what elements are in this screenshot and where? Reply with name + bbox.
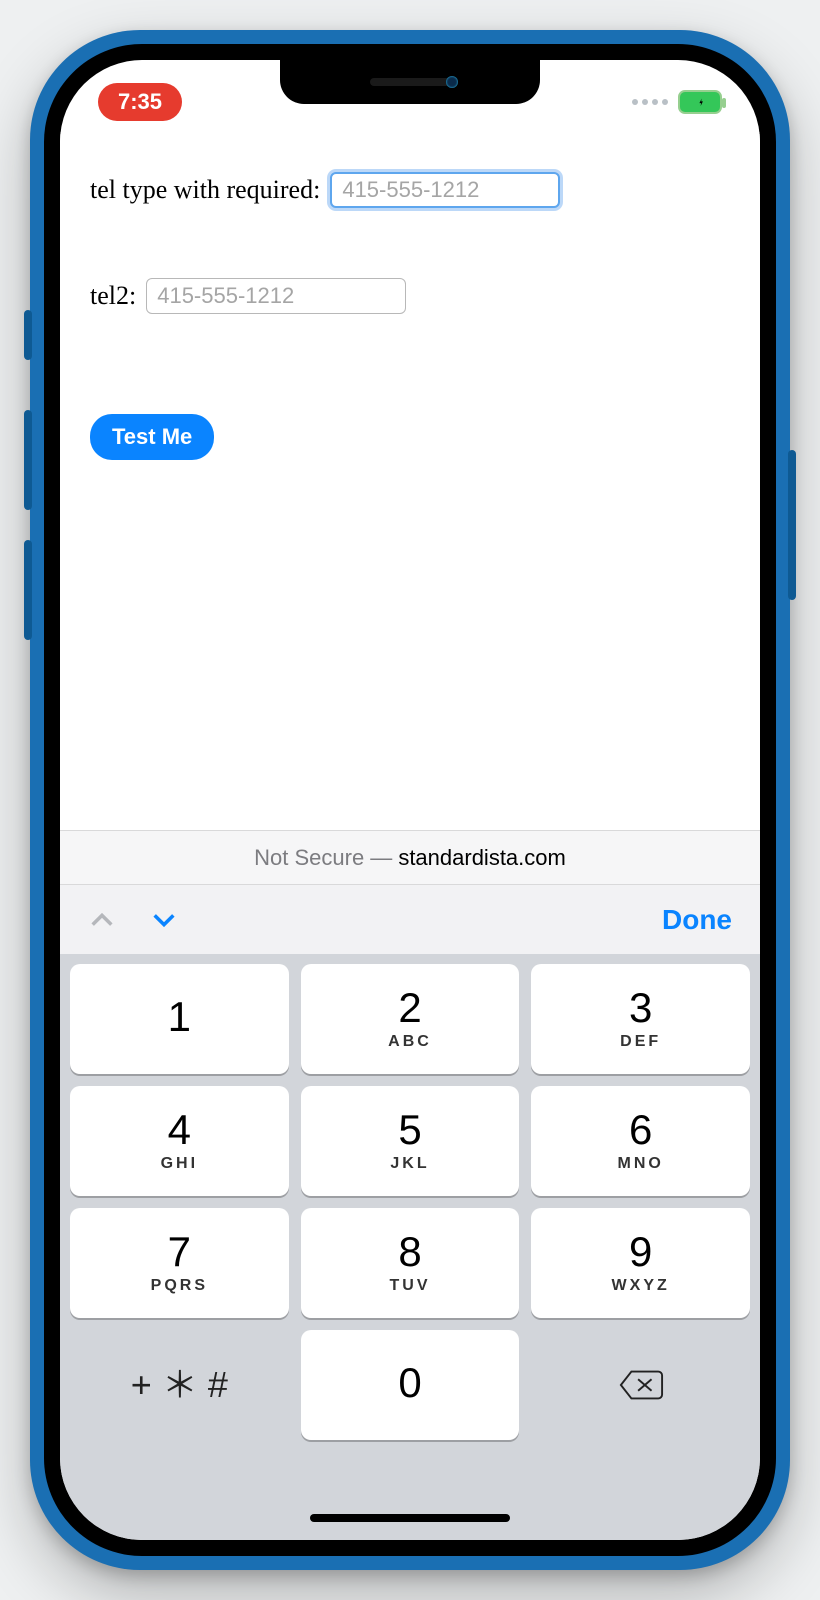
prev-field-button	[88, 906, 116, 934]
tel2-input[interactable]	[146, 278, 406, 314]
tel2-label: tel2:	[90, 281, 136, 311]
silence-switch	[24, 310, 32, 360]
speaker-grille	[370, 78, 450, 86]
key-backspace[interactable]	[531, 1330, 750, 1440]
test-me-button[interactable]: Test Me	[90, 414, 214, 460]
key-5[interactable]: 5JKL	[301, 1086, 520, 1196]
numeric-keypad: 1 2ABC 3DEF 4GHI 5JKL 6MNO 7PQRS 8TUV 9W…	[60, 954, 760, 1540]
tel1-label: tel type with required:	[90, 175, 320, 205]
key-0[interactable]: 0	[301, 1330, 520, 1440]
screen: 7:35 tel type with required:	[60, 60, 760, 1540]
tel1-input[interactable]	[330, 172, 560, 208]
page-content: tel type with required: tel2: Test Me	[60, 132, 760, 830]
home-indicator[interactable]	[310, 1514, 510, 1522]
tel1-row: tel type with required:	[90, 172, 730, 208]
front-camera	[446, 76, 458, 88]
key-7[interactable]: 7PQRS	[70, 1208, 289, 1318]
url-security-label: Not Secure —	[254, 845, 392, 871]
key-9[interactable]: 9WXYZ	[531, 1208, 750, 1318]
signal-dots-icon	[632, 99, 668, 105]
url-domain: standardista.com	[398, 845, 566, 871]
url-bar[interactable]: Not Secure — standardista.com	[60, 830, 760, 884]
notch	[280, 60, 540, 104]
volume-up-button	[24, 410, 32, 510]
phone-bezel: 7:35 tel type with required:	[44, 44, 776, 1556]
key-3[interactable]: 3DEF	[531, 964, 750, 1074]
key-2[interactable]: 2ABC	[301, 964, 520, 1074]
key-4[interactable]: 4GHI	[70, 1086, 289, 1196]
volume-down-button	[24, 540, 32, 640]
recording-time-pill[interactable]: 7:35	[98, 83, 182, 121]
tel2-row: tel2:	[90, 278, 730, 314]
keyboard-accessory-bar: Done	[60, 884, 760, 954]
keyboard-done-button[interactable]: Done	[662, 904, 732, 936]
key-6[interactable]: 6MNO	[531, 1086, 750, 1196]
key-symbols[interactable]: + ＊ #	[70, 1330, 289, 1440]
key-8[interactable]: 8TUV	[301, 1208, 520, 1318]
next-field-button[interactable]	[150, 906, 178, 934]
battery-charging-icon	[678, 90, 722, 114]
power-button	[788, 450, 796, 600]
phone-frame: 7:35 tel type with required:	[30, 30, 790, 1570]
key-1[interactable]: 1	[70, 964, 289, 1074]
